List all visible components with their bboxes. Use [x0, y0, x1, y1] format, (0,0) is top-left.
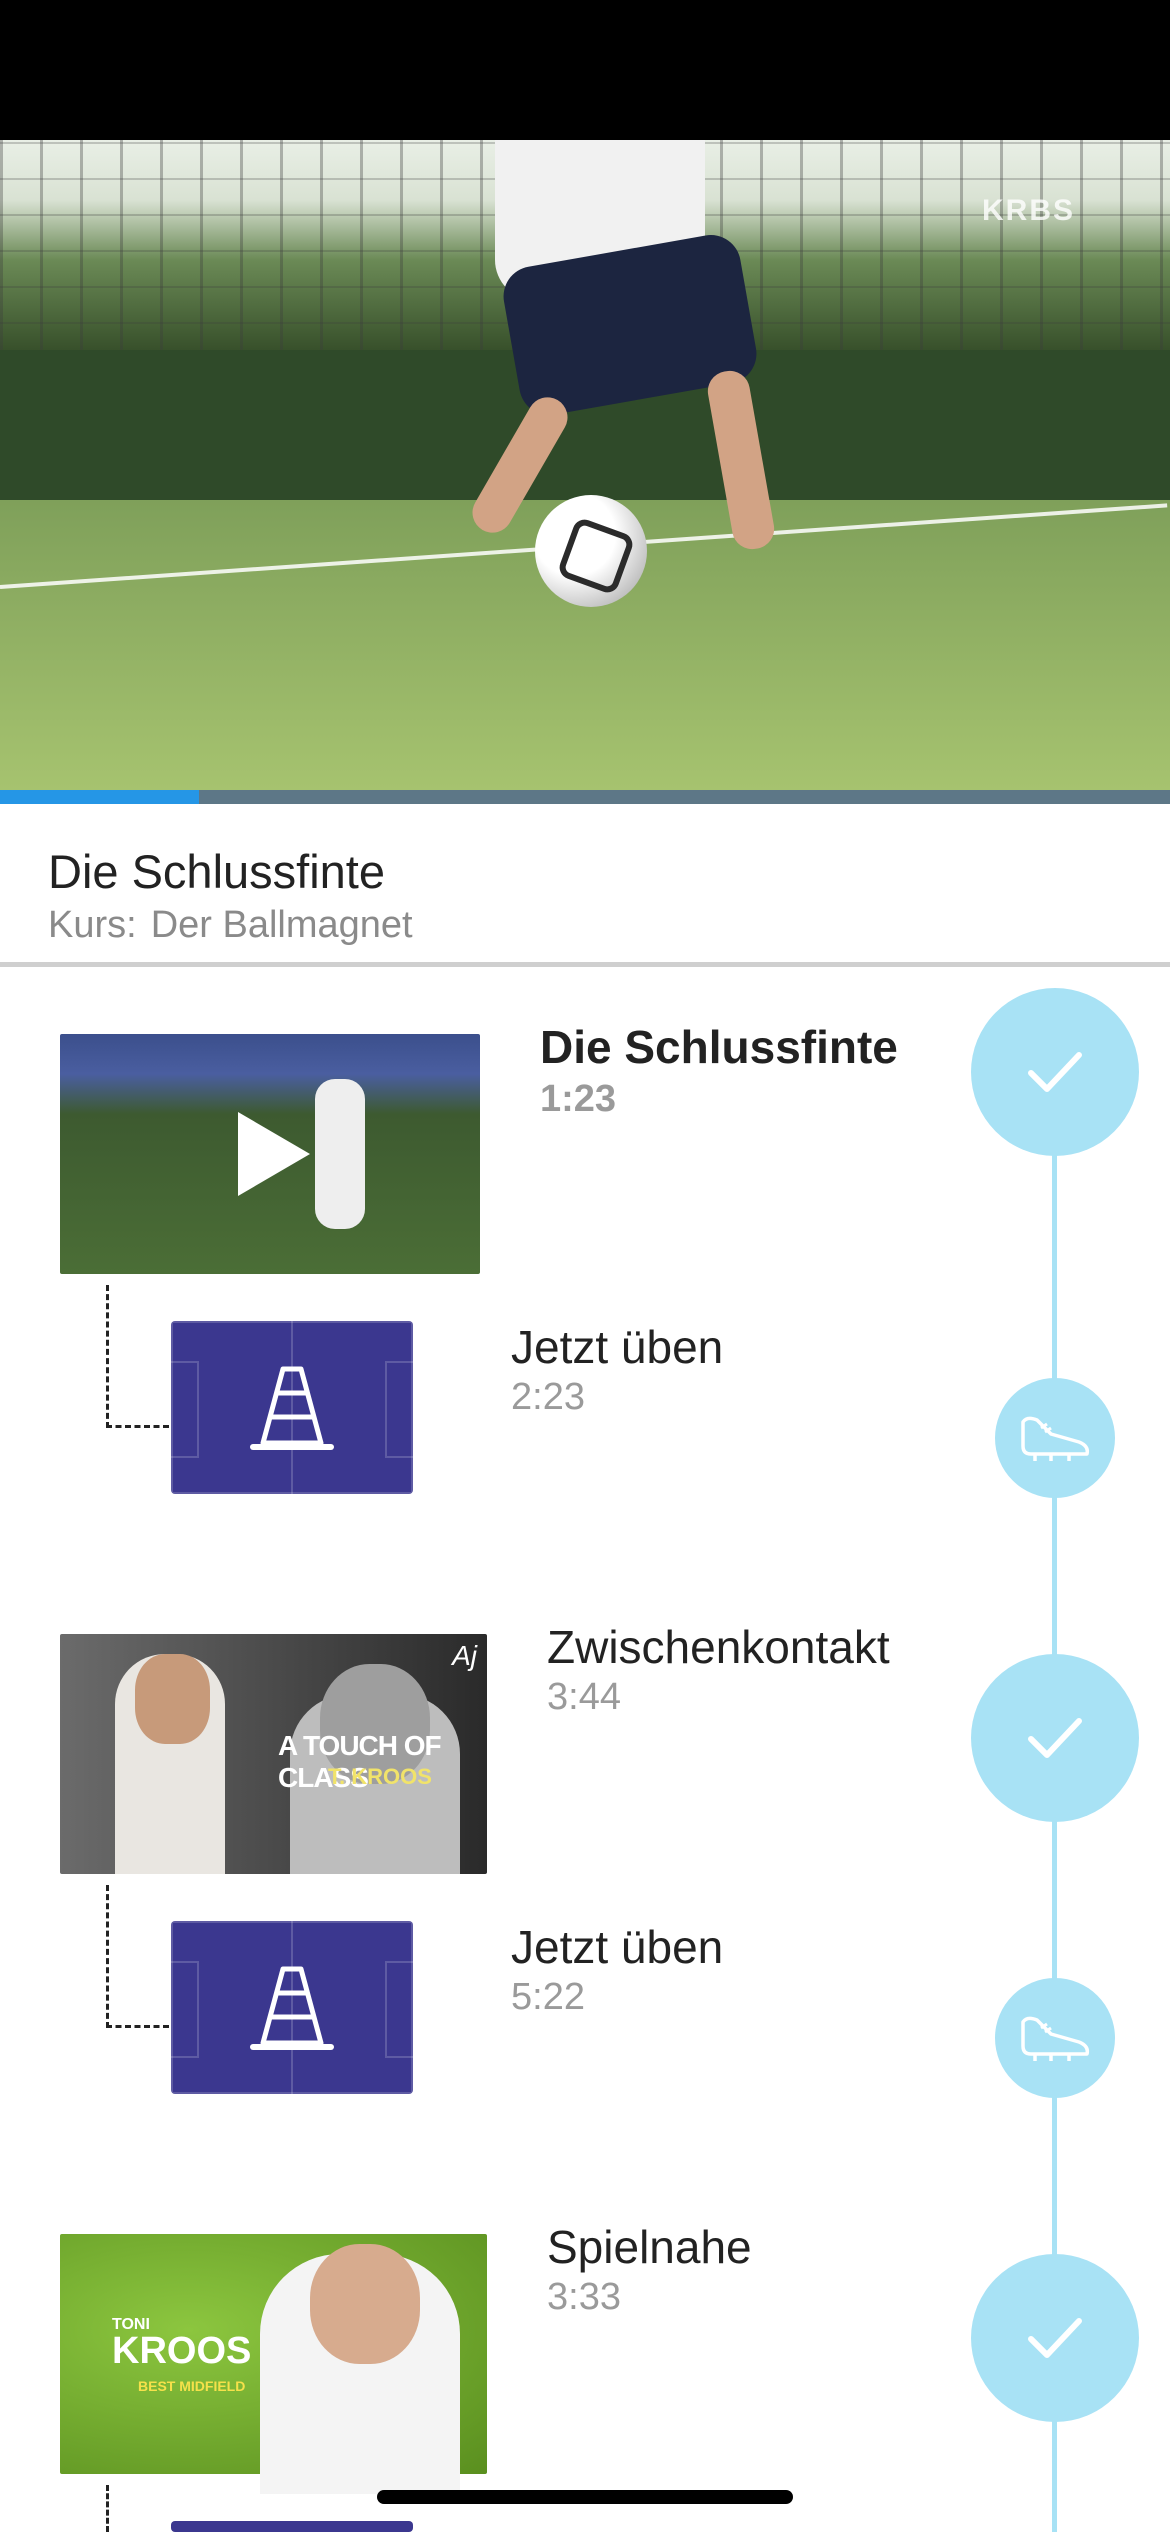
item-connector [106, 2485, 169, 2532]
football-boot-icon[interactable] [995, 1978, 1115, 2098]
drill-field-box [385, 1361, 413, 1458]
video-watermark: KRBS [981, 194, 1075, 227]
item-duration: 5:22 [511, 1976, 585, 2018]
boot-shape [1021, 2016, 1090, 2061]
thumbnail-person [135, 1654, 210, 1744]
boot-shape [1021, 1416, 1090, 1461]
cone-icon [250, 1366, 334, 1450]
item-title[interactable]: Spielnahe [547, 2220, 752, 2274]
item-duration: 1:23 [540, 1078, 617, 1120]
drill-field-box [385, 1961, 413, 2058]
completed-check-icon[interactable] [971, 2254, 1139, 2422]
video-progress-fill [0, 790, 199, 804]
item-title[interactable]: Die Schlussfinte [540, 1020, 898, 1074]
play-icon [238, 1112, 310, 1196]
video-player-figure [465, 140, 810, 580]
course-name: Der Ballmagnet [150, 904, 413, 946]
lesson-title: Die Schlussfinte [48, 845, 385, 898]
item-title[interactable]: Jetzt üben [511, 1920, 723, 1974]
item-title[interactable]: Zwischenkontakt [547, 1620, 890, 1674]
completed-check-icon[interactable] [971, 988, 1139, 1156]
drill-field-box [171, 1361, 199, 1458]
video-thumbnail-die-schlussfinte[interactable] [60, 1034, 480, 1274]
completed-check-icon[interactable] [971, 1654, 1139, 1822]
drill-field-box [171, 1961, 199, 2058]
checkmark-icon [1028, 1718, 1082, 1758]
thumbnail-text-big: KROOS [112, 2330, 252, 2372]
item-title[interactable]: Jetzt üben [511, 1320, 723, 1374]
cone-icon [250, 1966, 334, 2050]
video-thumbnail-zwischenkontakt[interactable]: A TOUCH OF CLASS T. KROOS Aj [60, 1634, 487, 1874]
thumbnail-figure [315, 1079, 365, 1229]
item-duration: 3:33 [547, 2276, 621, 2318]
video-progress-bar[interactable] [0, 790, 1170, 804]
item-connector [106, 1885, 169, 2028]
football-boot-icon[interactable] [995, 1378, 1115, 1498]
figure-leg [704, 367, 778, 553]
status-bar [0, 0, 1170, 140]
thumbnail-person [310, 2244, 420, 2364]
header-divider [0, 962, 1170, 967]
drill-thumbnail[interactable] [171, 2521, 413, 2532]
drill-thumbnail[interactable] [171, 1321, 413, 1494]
course-label: Kurs: [48, 904, 137, 946]
checkmark-icon [1028, 2318, 1082, 2358]
drill-thumbnail[interactable] [171, 1921, 413, 2094]
item-duration: 3:44 [547, 1676, 621, 1718]
checkmark-icon [1028, 1052, 1082, 1092]
item-duration: 2:23 [511, 1376, 585, 1418]
item-connector [106, 1285, 169, 1428]
thumbnail-signature: Aj [452, 1640, 477, 1671]
course-line: Kurs: Der Ballmagnet [48, 904, 427, 947]
thumbnail-subline: T. KROOS [328, 1764, 432, 1789]
video-thumbnail-spielnahe[interactable]: TONI KROOS BEST MIDFIELD [60, 2234, 487, 2494]
home-indicator[interactable] [377, 2490, 793, 2504]
video-player[interactable]: KRBS [0, 140, 1170, 790]
thumbnail-text-sub: BEST MIDFIELD [138, 2378, 246, 2394]
video-ball [535, 495, 647, 607]
lesson-header: Die Schlussfinte Kurs: Der Ballmagnet [0, 804, 1170, 967]
